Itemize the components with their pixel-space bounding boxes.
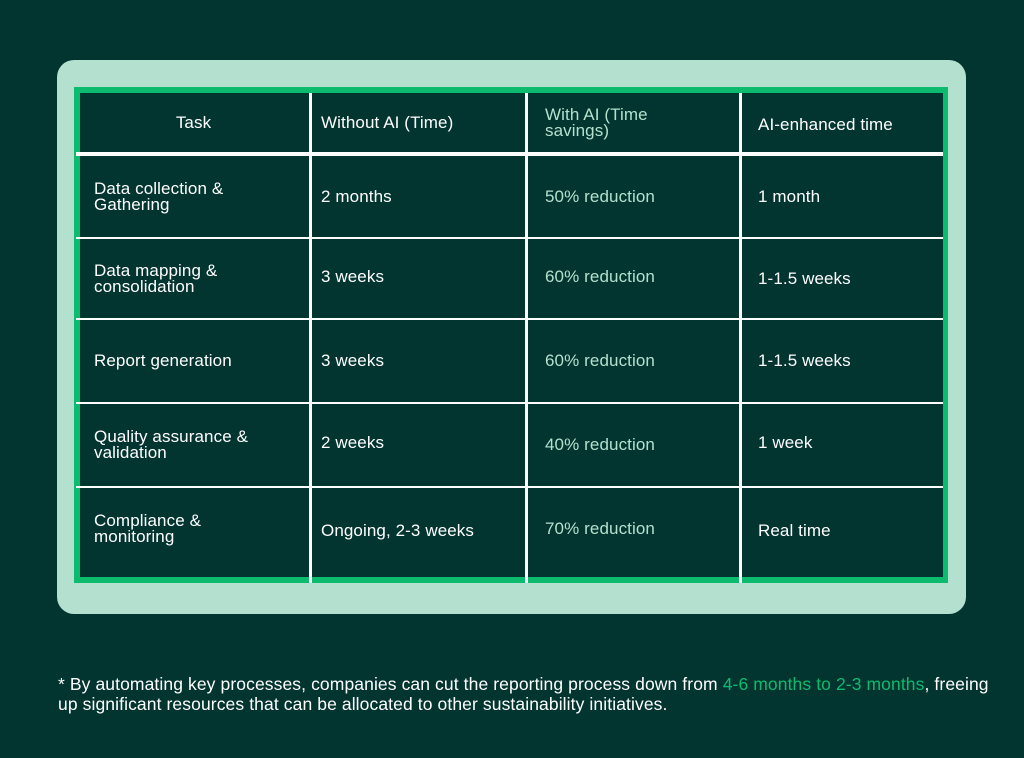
cell-with-ai: 60% reduction [545,266,655,286]
cell-with-ai: 40% reduction [545,435,655,454]
cell-task: Report generation [94,351,232,370]
cell-task: Quality assurance & validation [94,427,249,462]
cell-without-ai: 2 weeks [321,433,385,452]
cell-ai-enhanced: 1 week [758,433,813,452]
cell-without-ai: 3 weeks [321,351,385,370]
cell-ai-enhanced: 1 month [758,186,821,206]
cell-task: Compliance & monitoring [94,511,202,546]
cell-with-ai: 70% reduction [545,519,655,538]
comparison-table: Task Without AI (Time) With AI (Time sav… [76,93,943,583]
footnote-highlight: 4-6 months to 2-3 months [722,673,925,694]
cell-task: Data collection & Gathering [94,178,224,214]
column-divider [739,93,742,583]
footnote-text: * By automating key processes, companies… [58,673,723,694]
header-task: Task [175,112,212,132]
cell-without-ai: 2 months [321,186,392,206]
header-with-ai: With AI (Time savings) [545,104,648,140]
cell-ai-enhanced: Real time [758,520,831,540]
cell-without-ai: Ongoing, 2-3 weeks [321,520,474,540]
cell-without-ai: 3 weeks [321,266,385,286]
header-ai-enhanced: AI-enhanced time [758,114,893,134]
cell-ai-enhanced: 1-1.5 weeks [758,268,851,288]
cell-with-ai: 60% reduction [545,351,655,370]
cell-with-ai: 50% reduction [545,186,655,206]
cell-task: Data mapping & consolidation [94,260,218,296]
cell-ai-enhanced: 1-1.5 weeks [758,351,851,370]
header-without-ai: Without AI (Time) [321,112,454,132]
footnote: * By automating key processes, companies… [58,674,1008,714]
